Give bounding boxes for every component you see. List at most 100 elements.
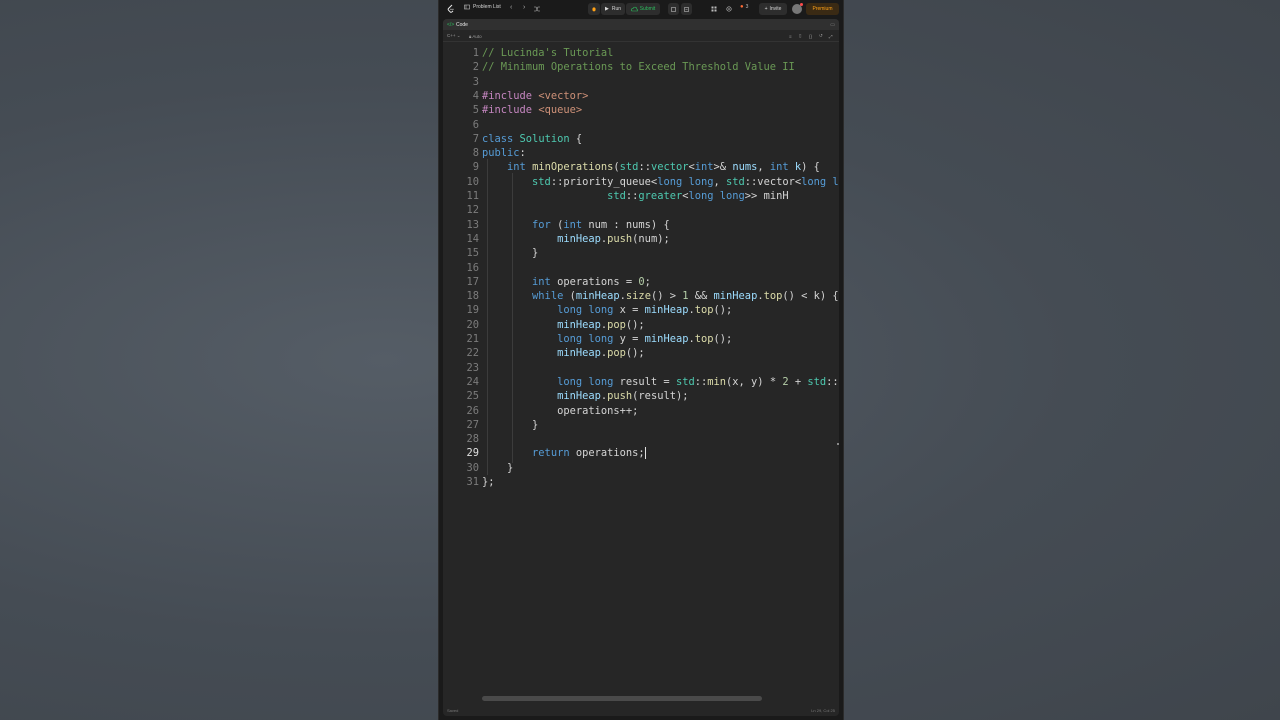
code-line[interactable]: 13 for (int num : nums) { bbox=[443, 218, 839, 232]
prev-problem-icon[interactable]: ‹ bbox=[510, 4, 512, 11]
streak-counter[interactable]: ● 3 bbox=[740, 4, 748, 10]
invite-label: Invite bbox=[769, 6, 782, 12]
code-line[interactable]: 22 minHeap.pop(); bbox=[443, 346, 839, 360]
autosave-toggle[interactable]: 🔒︎ Auto bbox=[469, 34, 482, 39]
code-token: result = bbox=[619, 375, 676, 388]
line-number: 29 bbox=[466, 447, 479, 460]
code-line[interactable]: 23 bbox=[443, 361, 839, 375]
settings-gear-icon[interactable] bbox=[726, 6, 732, 12]
code-line[interactable]: 6 bbox=[443, 118, 839, 132]
code-token: long l bbox=[801, 175, 839, 188]
code-line[interactable]: 8 public: bbox=[443, 146, 839, 160]
code-tab-title[interactable]: Code bbox=[456, 22, 468, 28]
code-line[interactable]: 19 long long x = minHeap.top(); bbox=[443, 303, 839, 317]
line-source: }; bbox=[482, 475, 495, 489]
horizontal-scrollbar[interactable] bbox=[482, 696, 762, 701]
code-token: :: bbox=[638, 161, 651, 174]
line-source: public: bbox=[482, 146, 526, 160]
chevron-down-icon: ⌄ bbox=[456, 33, 461, 38]
code-token: num : nums) { bbox=[588, 218, 670, 231]
leetcode-logo-icon[interactable] bbox=[447, 4, 455, 14]
code-token: minHeap bbox=[557, 347, 601, 360]
premium-button[interactable]: Premium bbox=[806, 3, 839, 15]
debug-button[interactable] bbox=[588, 3, 600, 15]
shuffle-icon[interactable] bbox=[534, 6, 540, 12]
code-line[interactable]: 7 class Solution { bbox=[443, 132, 839, 146]
line-source: return operations; bbox=[482, 446, 646, 460]
code-line[interactable]: 20 minHeap.pop(); bbox=[443, 318, 839, 332]
code-token: operations++; bbox=[482, 404, 639, 417]
code-line[interactable]: 16 bbox=[443, 261, 839, 275]
code-line[interactable]: 12 bbox=[443, 203, 839, 217]
code-line[interactable]: 14 minHeap.push(num); bbox=[443, 232, 839, 246]
code-line[interactable]: 26 operations++; bbox=[443, 404, 839, 418]
code-line[interactable]: 18 while (minHeap.size() > 1 && minHeap.… bbox=[443, 289, 839, 303]
code-token: ::vector< bbox=[744, 175, 802, 188]
overview-ruler-marker bbox=[837, 443, 839, 445]
code-line[interactable]: 30 } bbox=[443, 461, 839, 475]
problem-list-label: Problem List bbox=[473, 4, 501, 10]
reset-icon[interactable]: ↺ bbox=[819, 33, 823, 39]
language-select[interactable]: C++ ⌄ bbox=[447, 33, 461, 39]
cloud-upload-icon bbox=[630, 6, 638, 12]
code-token: >> minH bbox=[744, 190, 789, 202]
code-line[interactable]: 4 #include <vector> bbox=[443, 89, 839, 103]
panel-maximize-icon[interactable]: ▭ bbox=[830, 22, 835, 28]
line-number: 17 bbox=[466, 275, 479, 288]
code-token: ) { bbox=[801, 161, 820, 174]
code-line[interactable]: 29 return operations; bbox=[443, 446, 839, 460]
line-number: 15 bbox=[466, 247, 479, 260]
line-source: } bbox=[482, 246, 538, 260]
code-line[interactable]: 24 long long result = std::min(x, y) * 2… bbox=[443, 375, 839, 389]
fullscreen-icon[interactable]: ⤢ bbox=[829, 34, 833, 39]
code-line[interactable]: 5 #include <queue> bbox=[443, 103, 839, 117]
line-number: 24 bbox=[466, 375, 479, 388]
line-number: 27 bbox=[466, 418, 479, 431]
timer-button[interactable] bbox=[668, 3, 679, 15]
code-token: () > bbox=[650, 290, 683, 303]
alarm-icon bbox=[671, 6, 676, 12]
premium-label: Premium bbox=[812, 6, 833, 12]
code-token: :: bbox=[625, 190, 639, 202]
code-line[interactable]: 1// Lucinda's Tutorial bbox=[443, 46, 839, 60]
code-line[interactable]: 31}; bbox=[443, 475, 839, 489]
code-line[interactable]: 10 std::priority_queue<long long, std::v… bbox=[443, 175, 839, 189]
notes-button[interactable] bbox=[681, 3, 692, 15]
code-token: && bbox=[688, 290, 714, 303]
line-number: 2 bbox=[472, 61, 479, 74]
code-line[interactable]: 3 bbox=[443, 75, 839, 89]
next-problem-icon[interactable]: › bbox=[523, 4, 525, 11]
format-icon[interactable]: ≡ bbox=[789, 34, 792, 39]
problem-list-button[interactable]: Problem List bbox=[464, 4, 501, 10]
code-line[interactable]: 21 long long y = minHeap.top(); bbox=[443, 332, 839, 346]
code-line[interactable]: 15 } bbox=[443, 246, 839, 260]
run-button[interactable]: ▶ Run bbox=[601, 3, 625, 15]
line-number: 25 bbox=[466, 390, 479, 403]
code-token: }; bbox=[482, 476, 495, 488]
code-line[interactable]: 17 int operations = 0; bbox=[443, 275, 839, 289]
code-line[interactable]: 11 std::greater<long long>> minH bbox=[443, 189, 839, 203]
code-line[interactable]: 27 } bbox=[443, 418, 839, 432]
bookmark-icon[interactable]: ▯ bbox=[799, 33, 801, 39]
code-line[interactable]: 2// Minimum Operations to Exceed Thresho… bbox=[443, 60, 839, 74]
code-token: #include bbox=[482, 89, 539, 102]
streak-count: 3 bbox=[745, 4, 749, 10]
code-token: <queue> bbox=[538, 104, 583, 117]
braces-icon[interactable]: {} bbox=[809, 34, 812, 39]
code-line[interactable]: 28 bbox=[443, 432, 839, 446]
line-source: #include <queue> bbox=[482, 103, 582, 117]
line-source: } bbox=[482, 461, 513, 475]
line-number: 31 bbox=[466, 476, 479, 488]
invite-button[interactable]: + Invite bbox=[759, 3, 787, 15]
user-avatar[interactable] bbox=[792, 3, 803, 14]
code-token: std bbox=[607, 190, 626, 202]
submit-button[interactable]: Submit bbox=[626, 3, 660, 15]
code-line[interactable]: 9 int minOperations(std::vector<int>& nu… bbox=[443, 160, 839, 174]
code-line[interactable]: 25 minHeap.push(result); bbox=[443, 389, 839, 403]
layout-grid-icon[interactable] bbox=[711, 6, 717, 12]
bug-icon bbox=[592, 7, 596, 12]
code-token: <vector> bbox=[538, 89, 589, 102]
